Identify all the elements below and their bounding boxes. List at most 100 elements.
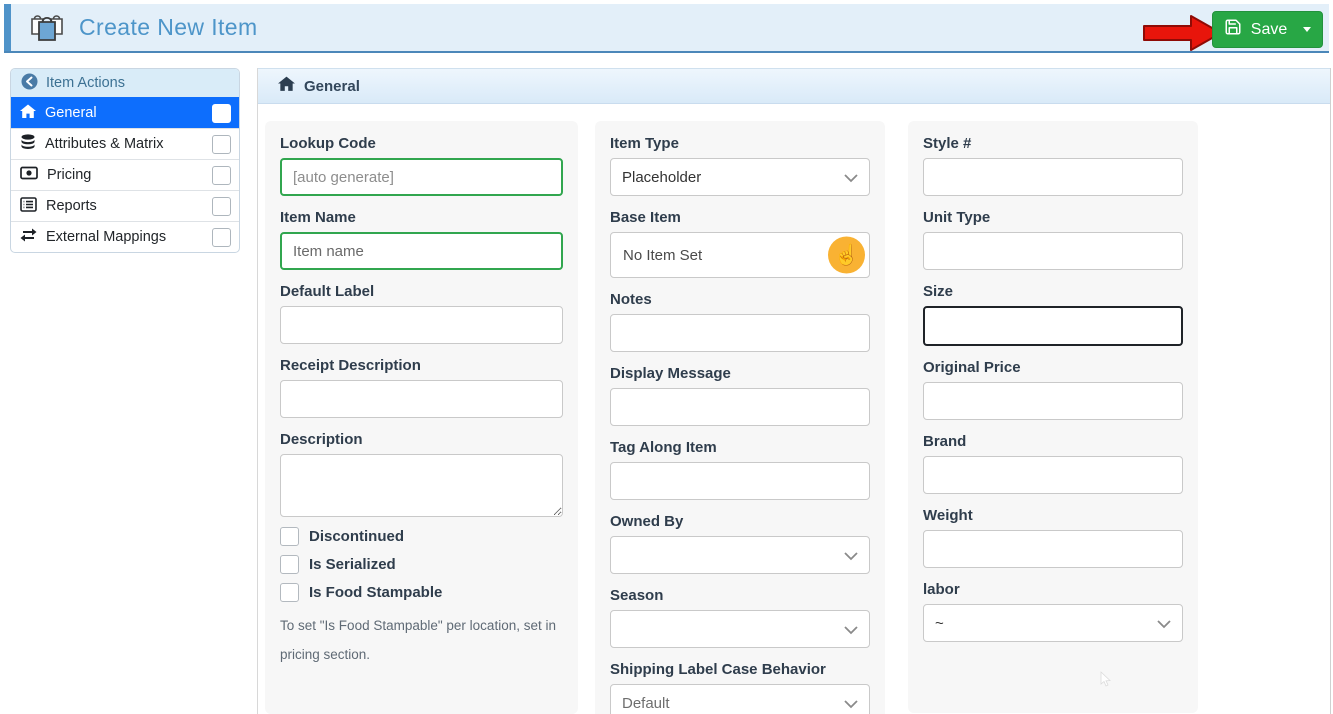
sidebar-item-label: Attributes & Matrix: [45, 136, 163, 152]
weight-input[interactable]: [923, 530, 1183, 568]
owned-by-label: Owned By: [610, 513, 870, 530]
floppy-disk-icon: [1224, 18, 1242, 41]
shipping-label-case-behavior-select[interactable]: Default: [610, 684, 870, 714]
season-label: Season: [610, 587, 870, 604]
labor-label: labor: [923, 581, 1183, 598]
sidebar-item-label: Pricing: [47, 167, 91, 183]
save-button[interactable]: Save: [1212, 11, 1323, 48]
sidebar-checkbox-attributes-matrix[interactable]: [212, 135, 231, 154]
discontinued-checkbox[interactable]: [280, 527, 299, 546]
sidebar-item-label: Reports: [46, 198, 97, 214]
exchange-arrows-icon: [20, 228, 37, 246]
sidebar-item-attributes-matrix[interactable]: Attributes & Matrix: [11, 128, 239, 159]
page-header: Create New Item Save: [4, 4, 1329, 53]
shipping-label-case-behavior-label: Shipping Label Case Behavior: [610, 661, 870, 678]
base-item-label: Base Item: [610, 209, 870, 226]
style-number-label: Style #: [923, 135, 1183, 152]
unit-type-input[interactable]: [923, 232, 1183, 270]
page-title: Create New Item: [79, 14, 258, 41]
receipt-description-label: Receipt Description: [280, 357, 563, 374]
is-serialized-label: Is Serialized: [309, 556, 396, 573]
money-icon: [20, 166, 38, 184]
default-label-label: Default Label: [280, 283, 563, 300]
save-button-label: Save: [1251, 21, 1287, 39]
sidebar-item-general[interactable]: General: [11, 97, 239, 128]
item-actions-sidebar: Item Actions General Attributes & Matrix: [10, 68, 240, 253]
chevron-down-icon: [843, 622, 859, 642]
sidebar-checkbox-general[interactable]: [212, 104, 231, 123]
general-section-title: General: [304, 78, 360, 95]
base-item-value: No Item Set: [623, 247, 702, 264]
season-select[interactable]: [610, 610, 870, 648]
home-icon: [278, 76, 295, 96]
sidebar-item-pricing[interactable]: Pricing: [11, 159, 239, 190]
shopping-bags-icon: [28, 8, 66, 47]
select-base-item-button[interactable]: ☝: [828, 237, 865, 274]
sidebar-checkbox-reports[interactable]: [212, 197, 231, 216]
sidebar-item-label: External Mappings: [46, 229, 166, 245]
list-icon: [20, 197, 37, 216]
create-new-item-screen: Create New Item Save: [0, 0, 1333, 714]
sidebar-checkbox-external-mappings[interactable]: [212, 228, 231, 247]
notes-label: Notes: [610, 291, 870, 308]
red-annotation-arrow: [1143, 14, 1223, 57]
is-food-stampable-label: Is Food Stampable: [309, 584, 442, 601]
form-column-2: Item Type Placeholder Base Item No Item …: [595, 121, 885, 714]
discontinued-check-row: Discontinued: [280, 527, 563, 546]
original-price-label: Original Price: [923, 359, 1183, 376]
item-type-label: Item Type: [610, 135, 870, 152]
database-icon: [20, 134, 36, 154]
form-column-1: Lookup Code Item Name Default Label Rece…: [265, 121, 578, 714]
base-item-box[interactable]: No Item Set ☝: [610, 232, 870, 278]
display-message-label: Display Message: [610, 365, 870, 382]
item-name-label: Item Name: [280, 209, 563, 226]
discontinued-label: Discontinued: [309, 528, 404, 545]
sidebar-checkbox-pricing[interactable]: [212, 166, 231, 185]
hand-pointer-icon: ☝: [834, 245, 859, 265]
chevron-down-icon: [843, 696, 859, 714]
item-type-value: Placeholder: [622, 169, 701, 186]
style-number-input[interactable]: [923, 158, 1183, 196]
save-dropdown-caret-icon[interactable]: [1303, 27, 1311, 32]
owned-by-select[interactable]: [610, 536, 870, 574]
sidebar-header-label: Item Actions: [46, 75, 125, 91]
chevron-down-icon: [843, 170, 859, 190]
original-price-input[interactable]: [923, 382, 1183, 420]
circle-arrow-left-icon[interactable]: [21, 73, 38, 94]
sidebar-item-reports[interactable]: Reports: [11, 190, 239, 221]
header-accent-bar: [4, 4, 11, 51]
default-label-input[interactable]: [280, 306, 563, 344]
general-section-header: General: [258, 68, 1330, 104]
mouse-cursor: [1100, 671, 1112, 693]
is-serialized-checkbox[interactable]: [280, 555, 299, 574]
sidebar-item-external-mappings[interactable]: External Mappings: [11, 221, 239, 252]
sidebar-header: Item Actions: [11, 69, 239, 97]
food-stampable-help-text: To set "Is Food Stampable" per location,…: [280, 611, 563, 669]
lookup-code-label: Lookup Code: [280, 135, 563, 152]
sidebar-item-label: General: [45, 105, 97, 121]
item-name-input[interactable]: [280, 232, 563, 270]
labor-value: ~: [935, 615, 944, 632]
lookup-code-input[interactable]: [280, 158, 563, 196]
brand-label: Brand: [923, 433, 1183, 450]
description-label: Description: [280, 431, 563, 448]
labor-select[interactable]: ~: [923, 604, 1183, 642]
shipping-label-case-behavior-value: Default: [622, 695, 670, 712]
brand-input[interactable]: [923, 456, 1183, 494]
weight-label: Weight: [923, 507, 1183, 524]
description-textarea[interactable]: [280, 454, 563, 517]
is-food-stampable-checkbox[interactable]: [280, 583, 299, 602]
is-food-stampable-check-row: Is Food Stampable: [280, 583, 563, 602]
item-type-select[interactable]: Placeholder: [610, 158, 870, 196]
unit-type-label: Unit Type: [923, 209, 1183, 226]
tag-along-item-input[interactable]: [610, 462, 870, 500]
size-label: Size: [923, 283, 1183, 300]
general-section-panel: General Lookup Code Item Name Default La…: [257, 68, 1331, 714]
size-input[interactable]: [923, 306, 1183, 346]
chevron-down-icon: [1156, 616, 1172, 636]
display-message-input[interactable]: [610, 388, 870, 426]
notes-input[interactable]: [610, 314, 870, 352]
home-icon: [20, 104, 36, 123]
chevron-down-icon: [843, 548, 859, 568]
receipt-description-input[interactable]: [280, 380, 563, 418]
